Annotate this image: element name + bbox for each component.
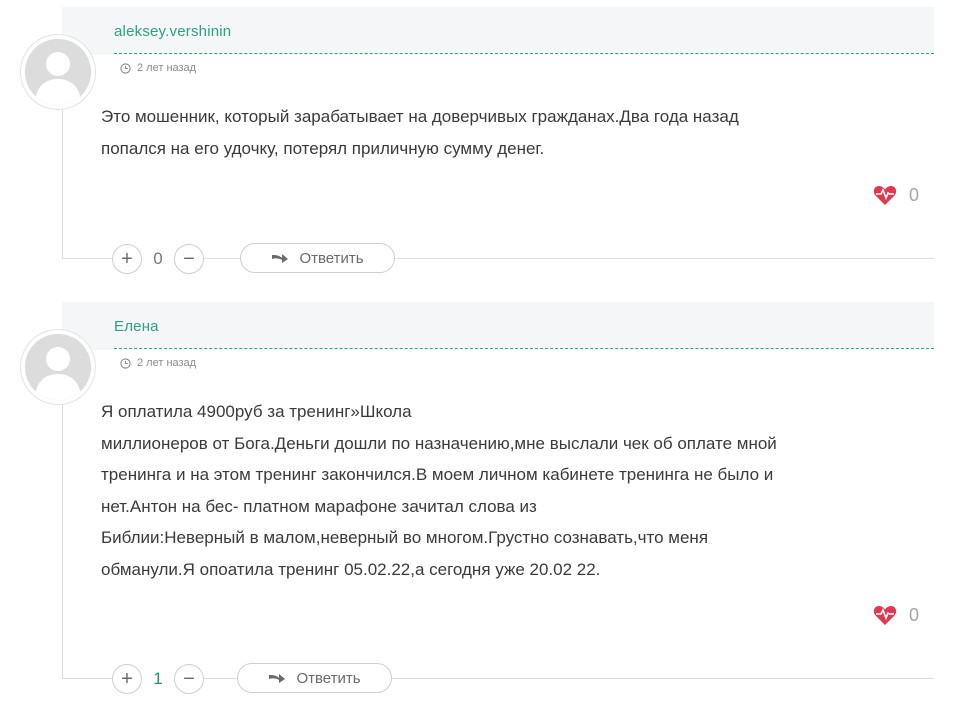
comment-line: Это мошенник, который зарабатывает на до…: [101, 107, 739, 126]
vote-count: 0: [142, 243, 174, 275]
upvote-button[interactable]: +: [112, 244, 142, 274]
comment-line: Я оплатила 4900руб за тренинг»Школа: [101, 402, 412, 421]
reply-button[interactable]: Ответить: [240, 243, 395, 273]
avatar[interactable]: [21, 35, 95, 109]
comment-line: попался на его удочку, потерял приличную…: [101, 138, 545, 158]
clock-icon: [120, 357, 131, 369]
comment-line: тренинга и на этом тренинг закончился.В …: [101, 465, 774, 484]
comment-time: 2 лет назад: [137, 62, 197, 74]
avatar-placeholder-icon: [25, 39, 91, 105]
like-button[interactable]: 0: [873, 604, 919, 626]
like-count: 0: [909, 604, 920, 625]
vote-control: + 1 −: [112, 663, 204, 695]
upvote-button[interactable]: +: [112, 664, 142, 694]
comment-header: [62, 302, 934, 350]
comment-text: Это мошенник, который зарабатывает на до…: [101, 101, 921, 164]
downvote-button[interactable]: −: [174, 664, 204, 694]
avatar[interactable]: [21, 330, 95, 404]
reply-button[interactable]: Ответить: [237, 663, 392, 693]
comment-meta: 2 лет назад: [120, 357, 196, 369]
like-count: 0: [909, 184, 920, 205]
reply-arrow-icon: [272, 254, 289, 263]
header-divider: [114, 348, 934, 349]
comment-time: 2 лет назад: [137, 357, 197, 369]
vote-count: 1: [142, 663, 174, 695]
comment-author[interactable]: Елена: [114, 318, 159, 335]
thread-line: [62, 365, 63, 678]
comment-line: нет.Антон на бес- платном марафоне зачит…: [101, 496, 537, 516]
reply-label: Ответить: [296, 669, 361, 687]
comment-line: Библии:Неверный в малом,неверный во мног…: [101, 528, 709, 547]
comment-author[interactable]: aleksey.vershinin: [114, 23, 231, 40]
clock-icon: [120, 62, 131, 74]
vote-control: + 0 −: [112, 243, 204, 275]
header-divider: [114, 53, 934, 54]
reply-label: Ответить: [299, 249, 364, 267]
plus-icon: +: [121, 248, 133, 270]
comment-line: обманули.Я опоатила тренинг 05.02.22,а с…: [101, 559, 601, 579]
comment-line: миллионеров от Бога.Деньги дошли по назн…: [101, 433, 777, 453]
reply-arrow-icon: [269, 674, 286, 683]
like-button[interactable]: 0: [873, 184, 919, 206]
minus-icon: −: [183, 248, 195, 270]
comment-text: Я оплатила 4900руб за тренинг»Школа милл…: [101, 396, 921, 585]
downvote-button[interactable]: −: [174, 244, 204, 274]
heart-pulse-icon: [873, 606, 897, 625]
heart-pulse-icon: [873, 186, 897, 205]
avatar-placeholder-icon: [25, 334, 91, 400]
comment-meta: 2 лет назад: [120, 62, 196, 74]
minus-icon: −: [183, 668, 195, 690]
plus-icon: +: [121, 668, 133, 690]
